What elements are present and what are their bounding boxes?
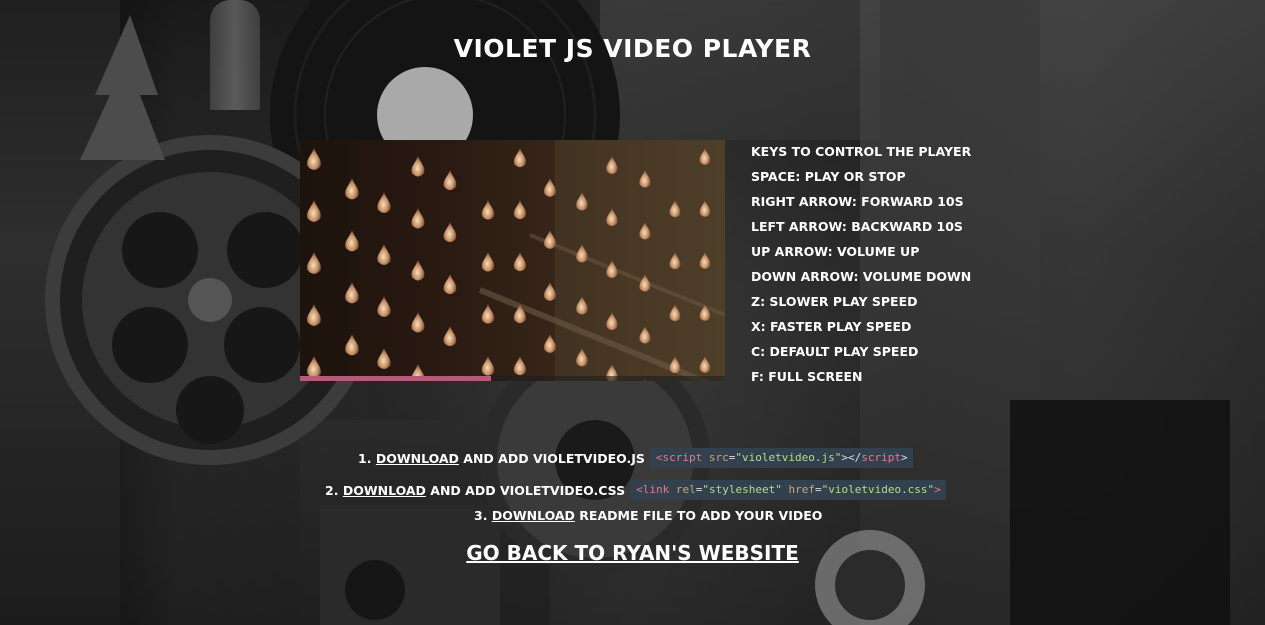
video-player[interactable]: [300, 140, 725, 381]
code-snippet-js: <script src="violetvideo.js"></script>: [650, 448, 913, 468]
key-item: Z: slower play speed: [751, 294, 918, 309]
step-number: 2.: [325, 482, 339, 498]
step-text: and add violetvideo.css: [430, 482, 626, 498]
back-to-website-link[interactable]: Go back to Ryan's website: [466, 541, 799, 565]
video-progress-bar[interactable]: [300, 376, 725, 381]
download-js-link[interactable]: Download: [376, 451, 459, 466]
download-css-link[interactable]: Download: [343, 483, 426, 498]
key-item: C: default play speed: [751, 344, 919, 359]
video-frame[interactable]: [300, 140, 725, 381]
key-item: X: faster play speed: [751, 319, 912, 334]
download-readme-link[interactable]: Download: [492, 508, 575, 523]
code-snippet-css: <link rel="stylesheet" href="violetvideo…: [631, 480, 946, 500]
keyboard-shortcuts-list: Keys to control the player Space: play o…: [751, 139, 971, 389]
video-progress-fill: [300, 376, 492, 381]
install-step-2: 2. Download and add violetvideo.css <lin…: [325, 479, 946, 501]
step-number: 1.: [358, 450, 372, 466]
install-step-3: 3. Download readme file to add your vide…: [474, 504, 822, 526]
key-item: Up arrow: volume up: [751, 244, 920, 259]
step-text: and add violetvideo.js: [463, 450, 645, 466]
key-item: Left arrow: backward 10s: [751, 219, 963, 234]
projector: [320, 505, 500, 625]
back-link-container: Go back to Ryan's website: [0, 541, 1265, 565]
page-title: Violet JS Video Player: [453, 34, 812, 63]
step-number: 3.: [474, 507, 488, 523]
keys-heading: Keys to control the player: [751, 144, 972, 159]
key-item: Down arrow: volume down: [751, 269, 972, 284]
key-item: Space: play or stop: [751, 169, 906, 184]
install-step-1: 1. Download and add violetvideo.js <scri…: [358, 447, 913, 469]
key-item: F: full screen: [751, 369, 863, 384]
step-text: readme file to add your video: [579, 507, 823, 523]
key-item: Right arrow: forward 10s: [751, 194, 964, 209]
